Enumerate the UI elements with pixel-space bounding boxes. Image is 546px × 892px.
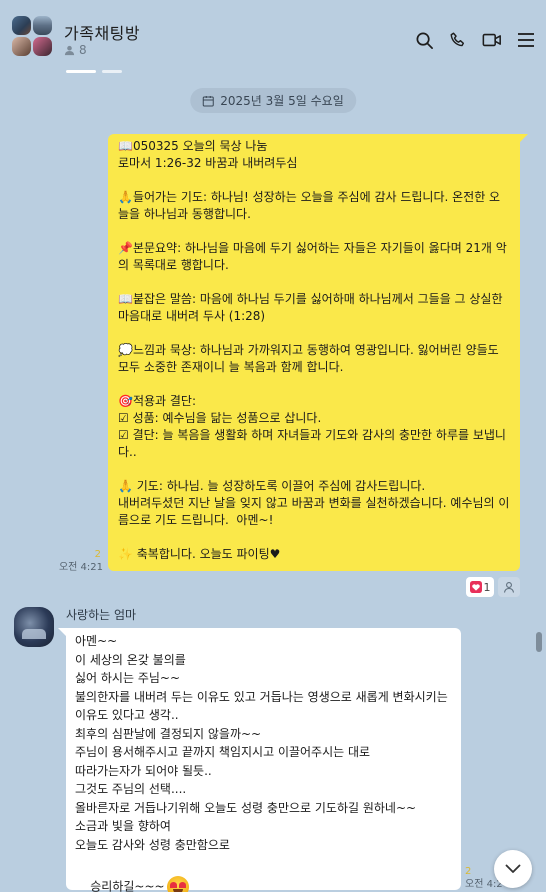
tab-indicator	[102, 70, 122, 73]
love-eyes-emoji	[166, 875, 189, 892]
message-line: ✨ 축복합니다. 오늘도 파이팅♥	[118, 547, 281, 561]
message-line-last: 승리하길~~~	[75, 857, 452, 892]
scroll-to-bottom-button[interactable]	[494, 850, 532, 888]
member-count[interactable]: 8	[64, 43, 87, 57]
avatar-photo-detail	[22, 629, 46, 639]
chat-header: • • • 가족채팅방 8	[0, 0, 546, 80]
member-avatar	[33, 16, 52, 35]
message-line: 이 세상의 온갖 불의를	[75, 652, 186, 667]
reaction-count: 1	[483, 580, 491, 594]
group-avatar[interactable]	[12, 16, 54, 60]
message-line: 🎯적용과 결단:	[118, 394, 196, 408]
sender-avatar[interactable]	[14, 607, 54, 647]
heart-reaction[interactable]: 1	[466, 577, 494, 597]
message-line: 📖050325 오늘의 묵상 나눔	[118, 139, 268, 153]
unread-count: 2	[94, 549, 101, 560]
message-line: 주님이 용서해주시고 끝까지 책임지시고 이끌어주시는 대로	[75, 745, 371, 759]
message-line: 📌본문요약: 하나님을 마음에 두기 싫어하는 자들은 자기들이 옳다며 21개…	[118, 241, 507, 272]
message-line: 📖붙잡은 말씀: 마음에 하나님 두기를 싫어하매 하나님께서 그들을 그 상실…	[118, 292, 507, 323]
message-line: 아멘~~	[75, 634, 118, 648]
chevron-down-icon	[505, 864, 521, 873]
chat-room-title[interactable]: 가족채팅방	[64, 20, 140, 44]
my-message-meta: 2 오전 4:21	[57, 548, 103, 574]
header-tab-indicator	[66, 70, 122, 73]
message-line: ☑ 성품: 예수님을 닮는 성품으로 삽니다.	[118, 411, 322, 425]
sender-name[interactable]: 사랑하는 엄마	[66, 606, 136, 623]
phone-icon[interactable]	[448, 30, 468, 50]
message-line: 💭느낌과 묵상: 하나님과 가까워지고 동행하여 영광입니다. 잃어버린 양들도…	[118, 343, 503, 374]
date-divider: 2025년 3월 5일 수요일	[190, 88, 356, 113]
search-icon[interactable]	[414, 30, 434, 50]
message-line: 🙏들어가는 기도: 하나님! 성장하는 오늘을 주심에 감사 드립니다. 온전한…	[118, 190, 501, 221]
video-icon[interactable]	[482, 30, 502, 50]
message-line: 불의한자를 내버려 두는 이유도 있고 거듭나는 영생으로 새롭게 변화시키는	[75, 689, 448, 704]
add-reaction-button[interactable]	[498, 577, 520, 597]
message-line: 따라가는자가 되어야 될듯..	[75, 763, 212, 778]
header-corner-mark: • • •	[498, 0, 532, 5]
message-line: 올바른자로 거듭나기위해 오늘도 성령 충만으로 기도하길 원하네~~	[75, 800, 417, 815]
header-actions	[414, 30, 536, 50]
tab-indicator-active	[66, 70, 96, 73]
scrollbar-thumb[interactable]	[536, 632, 542, 652]
date-divider-text: 2025년 3월 5일 수요일	[220, 94, 344, 108]
last-line-text: 승리하길~~~	[90, 879, 165, 892]
message-time: 오전 4:21	[58, 562, 103, 573]
other-message-bubble[interactable]: 아멘~~ 이 세상의 온갖 불의를 싫어 하시는 주님~~ 불의한자를 내버려 …	[58, 628, 461, 892]
heart-icon	[469, 581, 482, 593]
message-line: 최후의 심판날에 결정되지 않을까~~	[75, 726, 262, 741]
message-line: 🙏 기도: 하나님. 늘 성장하도록 이끌어 주심에 감사드립니다.	[118, 479, 426, 493]
message-line: 그것도 주님의 선택....	[75, 782, 187, 796]
add-reaction-icon	[503, 582, 515, 593]
member-avatar	[12, 37, 31, 56]
member-avatar	[12, 16, 31, 35]
message-line: 싫어 하시는 주님~~	[75, 671, 181, 685]
message-line: 내버려두셨던 지난 날을 잊지 않고 바꿈과 변화를 실천하겠습니다. 예수님의…	[118, 496, 510, 527]
message-line: 로마서 1:26-32 바꿈과 내버려두심	[118, 156, 298, 170]
message-line: 소금과 빛을 향하여	[75, 819, 171, 833]
message-line: 이유도 있다고 생각..	[75, 708, 179, 722]
person-icon	[64, 45, 75, 55]
menu-icon[interactable]	[516, 30, 536, 50]
calendar-icon	[202, 95, 214, 106]
message-line: ☑ 결단: 늘 복음을 생활화 하며 자녀들과 기도와 감사의 충만한 하루를 …	[118, 428, 506, 459]
message-line: 오늘도 감사와 성령 충만함으로	[75, 837, 230, 852]
member-count-value: 8	[79, 43, 87, 57]
my-message-bubble[interactable]: 📖050325 오늘의 묵상 나눔 로마서 1:26-32 바꿈과 내버려두심 …	[108, 134, 528, 571]
member-avatar	[33, 37, 52, 56]
